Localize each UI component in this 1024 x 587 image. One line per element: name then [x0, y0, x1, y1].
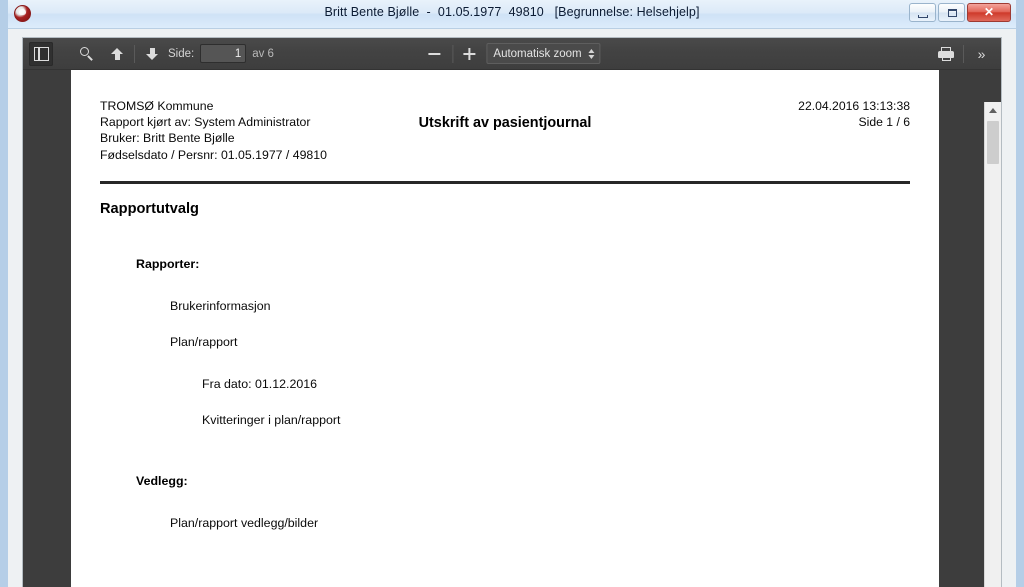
page-total-label: av 6 [252, 47, 274, 60]
sidebar-panel-icon [33, 46, 49, 61]
zoom-out-button[interactable] [423, 43, 447, 65]
group-item-brukerinformasjon: Brukerinformasjon [170, 298, 271, 313]
scrollbar-thumb[interactable] [987, 121, 999, 164]
zoom-in-button[interactable] [458, 43, 482, 65]
header-user: Bruker: Britt Bente Bjølle [100, 131, 235, 146]
pdf-toolbar-right-group: » [934, 42, 993, 66]
maximize-button[interactable] [938, 3, 965, 22]
printer-icon [938, 46, 954, 61]
pdf-page-1: TROMSØ Kommune Rapport kjørt av: System … [71, 70, 939, 587]
minus-icon [428, 53, 441, 55]
arrow-up-icon [110, 47, 124, 61]
search-icon [80, 46, 94, 61]
header-page-indicator: Side 1 / 6 [858, 115, 911, 130]
left-frame-gutter [8, 29, 22, 587]
chevron-double-right-icon: » [977, 45, 986, 62]
close-button[interactable]: ✕ [967, 3, 1011, 22]
page-number-input[interactable] [200, 44, 247, 63]
zoom-level-value: Automatisk zoom [493, 47, 582, 60]
header-organisation: TROMSØ Kommune [100, 99, 214, 113]
application-window: Britt Bente Bjølle - 01.05.1977 49810 [B… [0, 0, 1024, 587]
toolbar-separator-2 [452, 44, 454, 63]
minimize-icon [918, 15, 928, 18]
toolbar-separator-3 [963, 44, 964, 63]
group-subitem-fra-dato: Fra dato: 01.12.2016 [202, 376, 318, 391]
toolbar-separator-1 [134, 44, 135, 63]
chevron-updown-icon [588, 48, 595, 59]
header-divider [100, 180, 910, 184]
group-item-planrapport-vedlegg: Plan/rapport vedlegg/bilder [170, 515, 319, 530]
window-controls: ✕ [909, 3, 1011, 22]
right-frame-gutter [1002, 29, 1016, 587]
print-button[interactable] [934, 42, 958, 66]
pdf-toolbar-zoom-group: Automatisk zoom [423, 43, 601, 65]
window-title: Britt Bente Bjølle - 01.05.1977 49810 [B… [324, 5, 700, 19]
pdf-viewer-canvas: TROMSØ Kommune Rapport kjørt av: System … [23, 70, 1001, 587]
window-body: Side: av 6 Auto [8, 29, 1016, 587]
plus-icon-vertical [468, 48, 471, 60]
pdf-viewer: Side: av 6 Auto [22, 37, 1002, 587]
close-icon: ✕ [983, 5, 995, 19]
group-item-planrapport: Plan/rapport [170, 334, 238, 349]
arrow-down-icon [145, 47, 159, 61]
page-number-label: Side: [168, 47, 195, 60]
pdf-toolbar-left-group: Side: av 6 [29, 41, 274, 66]
more-tools-button[interactable]: » [969, 42, 993, 66]
header-birthdate-personnr: Fødselsdato / Persnr: 01.05.1977 / 49810 [100, 147, 327, 162]
group-label-vedlegg: Vedlegg: [136, 473, 188, 488]
minimize-button[interactable] [909, 3, 936, 22]
pdf-toolbar: Side: av 6 Auto [23, 38, 1001, 70]
header-timestamp: 22.04.2016 13:13:38 [798, 99, 910, 113]
sidebar-toggle-button[interactable] [29, 41, 53, 66]
desktop-background: Britt Bente Bjølle - 01.05.1977 49810 [B… [0, 0, 1024, 587]
previous-page-button[interactable] [105, 42, 129, 66]
find-button[interactable] [75, 42, 99, 66]
caret-up-icon [989, 108, 997, 113]
group-label-rapporter: Rapporter: [136, 256, 200, 271]
group-subitem-kvitteringer: Kvitteringer i plan/rapport [202, 412, 341, 427]
window-titlebar: Britt Bente Bjølle - 01.05.1977 49810 [B… [8, 0, 1016, 29]
vertical-scrollbar[interactable] [984, 102, 1001, 587]
scroll-up-button[interactable] [985, 102, 1001, 119]
document-title: Utskrift av pasientjournal [418, 115, 592, 131]
maximize-icon [948, 9, 957, 17]
zoom-level-select[interactable]: Automatisk zoom [486, 43, 601, 64]
document-body: Rapportutvalg Rapporter: Brukerinformasj… [100, 201, 910, 530]
next-page-button[interactable] [140, 42, 164, 66]
section-title-rapportutvalg: Rapportutvalg [100, 200, 199, 217]
document-header-right: 22.04.2016 13:13:38 Side 1 / 6 [798, 98, 910, 130]
document-header: TROMSØ Kommune Rapport kjørt av: System … [100, 98, 910, 163]
